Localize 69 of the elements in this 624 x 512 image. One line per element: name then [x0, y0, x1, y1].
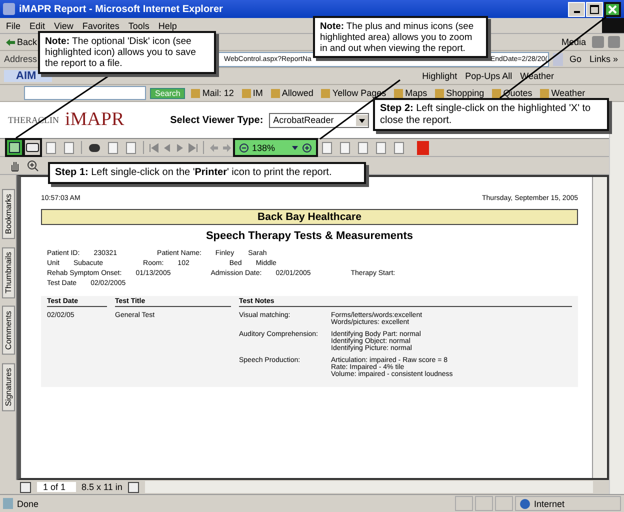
menu-item[interactable]: Tools: [128, 20, 150, 30]
side-tab[interactable]: Comments: [2, 306, 14, 356]
toolbar-button[interactable]: Mail: 12: [189, 88, 236, 98]
minimize-button[interactable]: [568, 2, 585, 16]
maximize-button[interactable]: [586, 2, 603, 16]
viewer-type-dropdown[interactable]: AcrobatReader: [269, 112, 370, 128]
close-icon: [608, 4, 617, 14]
page-icon[interactable]: [355, 140, 370, 155]
close-button[interactable]: [604, 2, 621, 16]
printer-icon[interactable]: [25, 140, 40, 155]
menu-item[interactable]: View: [54, 20, 74, 30]
previous-page-icon[interactable]: [162, 142, 172, 152]
zoom-in-icon[interactable]: [302, 142, 312, 152]
back-arrow-icon: [6, 38, 15, 46]
single-page-icon[interactable]: [128, 482, 140, 492]
toolbar-button[interactable]: Pop-Ups All: [463, 71, 514, 81]
facility-banner: Back Bay Healthcare: [41, 209, 578, 225]
first-page-icon[interactable]: [149, 142, 159, 152]
instruction-tooltip: Step 2: Left single-click on the highlighted 'X' to close the report.: [373, 98, 609, 131]
toolbar-button[interactable]: Weather: [538, 88, 588, 98]
product-logo: iMAPR: [65, 109, 124, 131]
side-tab[interactable]: Bookmarks: [2, 189, 14, 240]
status-text: Done: [3, 498, 453, 509]
search-field[interactable]: [24, 86, 146, 100]
zoom-out-icon[interactable]: [239, 142, 249, 152]
page-icon[interactable]: [373, 140, 388, 155]
windows-flag-icon: [602, 18, 624, 33]
scrollbar[interactable]: [592, 177, 607, 478]
last-page-icon[interactable]: [188, 142, 198, 152]
disk-icon[interactable]: [7, 140, 22, 155]
status-panel: [495, 496, 513, 511]
page-icon[interactable]: [391, 140, 406, 155]
zoom-control[interactable]: 138%: [235, 140, 316, 155]
report-title: Speech Therapy Tests & Measurements: [204, 230, 414, 242]
side-tab[interactable]: Thumbnails: [2, 247, 14, 298]
go-button[interactable]: Go: [567, 54, 584, 64]
status-panel: [455, 496, 473, 511]
zoom-in-icon[interactable]: [25, 158, 40, 173]
toolbar-button[interactable]: Shopping: [433, 88, 486, 98]
toolbar-button[interactable]: Allowed: [268, 88, 316, 98]
menu-item[interactable]: Favorites: [82, 20, 120, 30]
toolbar-button[interactable]: IM: [240, 88, 265, 98]
scrollbar[interactable]: [145, 481, 593, 493]
instruction-tooltip: Note: The plus and minus icons (see highlighted area) allows you to zoom in and out when viewing the report.: [313, 16, 488, 58]
instruction-tooltip: Note: The optional 'Disk' icon (see highlighted icon) allows you to save the report to a file.: [38, 31, 216, 74]
toolbar-button[interactable]: Maps: [392, 88, 430, 98]
page-icon[interactable]: [319, 140, 334, 155]
page-icon[interactable]: [123, 140, 138, 155]
page-icon[interactable]: [337, 140, 352, 155]
browser-logo-icon: [3, 3, 15, 15]
adobe-logo-icon: [417, 140, 429, 154]
side-tab[interactable]: Signatures: [2, 363, 14, 412]
viewer-type-label: Select Viewer Type:: [170, 114, 264, 126]
scrollbar[interactable]: [609, 102, 624, 494]
status-panel: [475, 496, 493, 511]
forward-arrow-icon[interactable]: [222, 142, 232, 152]
menu-item[interactable]: File: [6, 20, 21, 30]
security-zone: Internet: [515, 496, 621, 511]
links-button[interactable]: Links »: [587, 54, 620, 64]
menu-item[interactable]: Edit: [30, 20, 46, 30]
page-size-label: 8.5 x 11 in: [82, 482, 122, 492]
menu-item[interactable]: Help: [158, 20, 177, 30]
page-number-field[interactable]: 1 of 1: [37, 482, 76, 492]
back-button[interactable]: Back: [4, 37, 40, 47]
address-label: Address: [4, 54, 38, 64]
toolbar-button[interactable]: Highlight: [420, 71, 460, 81]
back-arrow-icon[interactable]: [209, 142, 219, 152]
window-title: iMAPR Report - Microsoft Internet Explorer: [19, 4, 224, 14]
next-page-icon[interactable]: [175, 142, 185, 152]
